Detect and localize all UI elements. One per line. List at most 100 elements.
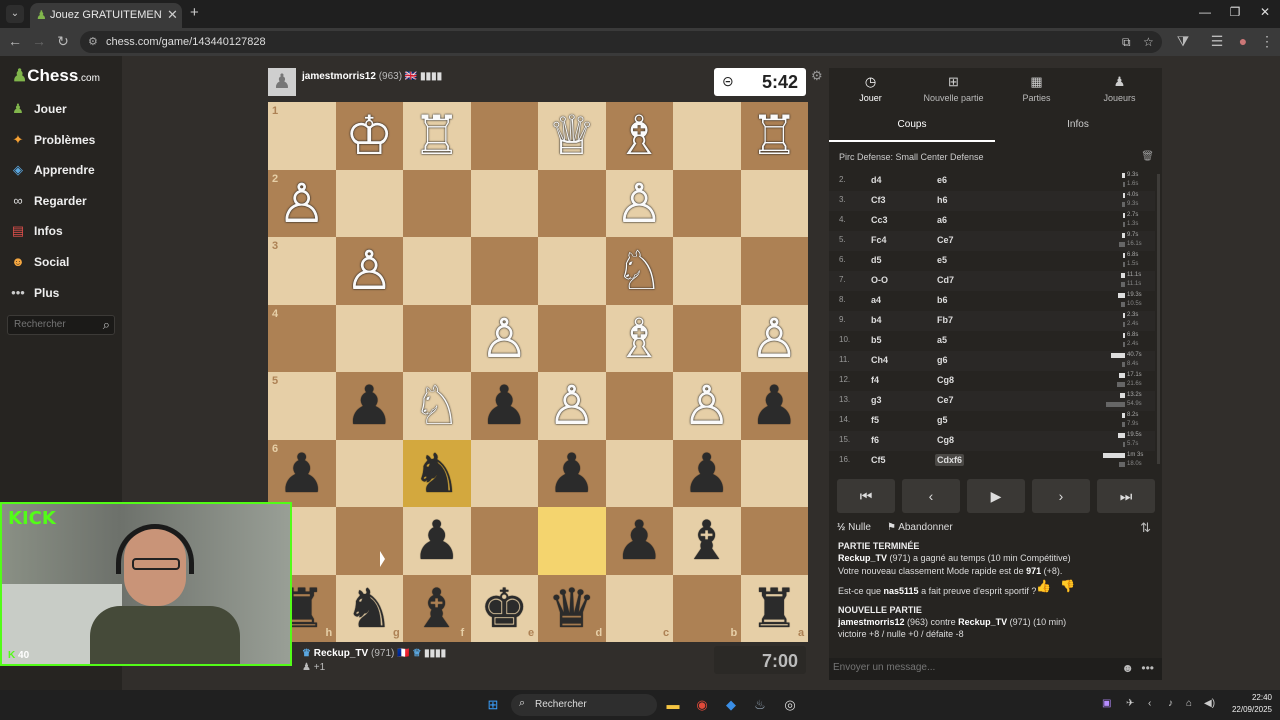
- new-player-1[interactable]: jamestmorris12: [838, 617, 905, 627]
- black-pawn-icon[interactable]: ♟: [606, 507, 674, 575]
- chat-options-icon[interactable]: •••: [1141, 661, 1154, 675]
- search-icon[interactable]: ⌕: [103, 317, 110, 333]
- sidebar-item-problèmes[interactable]: ✦ Problèmes: [10, 130, 120, 152]
- black-move[interactable]: Cg8: [937, 375, 954, 385]
- black-pawn-icon[interactable]: ♟: [336, 372, 404, 440]
- black-pawn-icon[interactable]: ♟: [403, 507, 471, 575]
- black-move[interactable]: Cg8: [937, 435, 954, 445]
- profile-avatar-icon[interactable]: ●: [1234, 33, 1252, 49]
- black-king-icon[interactable]: ♚: [471, 575, 539, 643]
- last-move-button[interactable]: ⏭: [1097, 479, 1155, 513]
- first-move-button[interactable]: ⏮: [837, 479, 895, 513]
- site-info-icon[interactable]: ⚙: [88, 35, 98, 48]
- sidebar-search-input[interactable]: [14, 319, 92, 330]
- winner-name[interactable]: Reckup_TV: [838, 553, 887, 563]
- black-pawn-icon[interactable]: ♟: [471, 372, 539, 440]
- board-square[interactable]: [470, 102, 538, 170]
- sidebar-item-regarder[interactable]: ∞ Regarder: [10, 191, 120, 213]
- previous-move-button[interactable]: ‹: [902, 479, 960, 513]
- chrome-icon[interactable]: ◉: [693, 696, 711, 714]
- white-rook-icon[interactable]: ♖: [741, 102, 809, 170]
- app-icon[interactable]: ◆: [722, 696, 740, 714]
- white-knight-icon[interactable]: ♘: [606, 237, 674, 305]
- tab-close-icon[interactable]: ✕: [167, 7, 178, 23]
- board-square[interactable]: [335, 439, 403, 507]
- white-pawn-icon[interactable]: ♙: [673, 372, 741, 440]
- white-queen-icon[interactable]: ♕: [538, 102, 606, 170]
- white-king-icon[interactable]: ♔: [336, 102, 404, 170]
- sidebar-item-jouer[interactable]: ♟ Jouer: [10, 99, 120, 121]
- black-move[interactable]: a5: [937, 335, 947, 345]
- black-queen-icon[interactable]: ♛: [538, 575, 606, 643]
- board-square[interactable]: [403, 304, 471, 372]
- white-knight-icon[interactable]: ♘: [403, 372, 471, 440]
- white-move[interactable]: Ch4: [871, 355, 888, 365]
- tab-coups[interactable]: Coups: [829, 114, 995, 142]
- black-move[interactable]: Fb7: [937, 315, 953, 325]
- trash-icon[interactable]: 🗑: [1141, 151, 1154, 162]
- maximize-icon[interactable]: ❐: [1220, 5, 1250, 19]
- address-bar[interactable]: ⚙ chess.com/game/143440127828 ⧉ ☆: [80, 31, 1162, 53]
- tray-chevron-icon[interactable]: ‹: [1148, 698, 1151, 709]
- board-square[interactable]: [673, 102, 741, 170]
- black-pawn-icon[interactable]: ♟: [741, 372, 809, 440]
- board-square[interactable]: [403, 169, 471, 237]
- tray-app-icon[interactable]: ▣: [1102, 698, 1111, 709]
- white-move[interactable]: Cf3: [871, 195, 886, 205]
- reading-list-icon[interactable]: ☰: [1208, 33, 1226, 50]
- white-pawn-icon[interactable]: ♙: [268, 170, 336, 238]
- sidebar-item-infos[interactable]: ▤ Infos: [10, 221, 120, 243]
- move-list[interactable]: 2. d4 e6 9.3s 1.6s 3. Cf3 h6 4.0s 9.3s 4. Cc3 a6 2.7s…: [829, 171, 1162, 469]
- white-move[interactable]: O-O: [871, 275, 888, 285]
- white-rook-icon[interactable]: ♖: [403, 102, 471, 170]
- forward-icon[interactable]: →: [30, 33, 48, 49]
- thumbs-down-icon[interactable]: 👎: [1060, 580, 1075, 593]
- taskbar-search[interactable]: ⌕ Rechercher: [511, 694, 657, 716]
- volume-icon[interactable]: ◀): [1204, 698, 1215, 709]
- black-move[interactable]: Ce7: [937, 235, 954, 245]
- black-move[interactable]: b6: [937, 295, 948, 305]
- black-move[interactable]: h6: [937, 195, 948, 205]
- thumbs-up-icon[interactable]: 👍: [1036, 580, 1051, 593]
- next-move-button[interactable]: ›: [1032, 479, 1090, 513]
- board-square[interactable]: [538, 507, 606, 575]
- board-square[interactable]: [673, 304, 741, 372]
- black-move[interactable]: e5: [937, 255, 947, 265]
- black-knight-icon[interactable]: ♞: [403, 440, 471, 508]
- move-list-scrollbar[interactable]: [1157, 174, 1160, 464]
- new-tab-icon[interactable]: +: [190, 4, 199, 21]
- steam-icon[interactable]: ♨: [751, 696, 769, 714]
- browser-menu-icon[interactable]: ⋮: [1258, 33, 1276, 50]
- tab-joueurs[interactable]: ♟ Joueurs: [1078, 68, 1161, 106]
- board-square[interactable]: [605, 439, 673, 507]
- black-pawn-icon[interactable]: ♟: [673, 440, 741, 508]
- tray-app-icon-2[interactable]: ✈: [1126, 698, 1134, 709]
- white-move[interactable]: Fc4: [871, 235, 887, 245]
- board-square[interactable]: [538, 304, 606, 372]
- white-move[interactable]: b4: [871, 315, 882, 325]
- black-pawn-icon[interactable]: ♟: [268, 440, 336, 508]
- board-square[interactable]: [740, 169, 808, 237]
- white-bishop-icon[interactable]: ♗: [606, 102, 674, 170]
- play-button[interactable]: ▶: [967, 479, 1025, 513]
- board-square[interactable]: [673, 237, 741, 305]
- sidebar-item-apprendre[interactable]: ◈ Apprendre: [10, 160, 120, 182]
- window-close-icon[interactable]: ✕: [1250, 5, 1280, 19]
- board-square[interactable]: [335, 169, 403, 237]
- opening-name[interactable]: Pirc Defense: Small Center Defense: [839, 152, 984, 162]
- back-icon[interactable]: ←: [6, 33, 24, 49]
- network-icon[interactable]: ⌂: [1186, 698, 1192, 709]
- tab-search-menu-icon[interactable]: ⌄: [6, 5, 24, 23]
- white-move[interactable]: b5: [871, 335, 882, 345]
- white-move[interactable]: f5: [871, 415, 879, 425]
- bookmark-star-icon[interactable]: ☆: [1143, 35, 1154, 49]
- microphone-icon[interactable]: ♪: [1168, 698, 1173, 709]
- sidebar-item-plus[interactable]: ••• Plus: [10, 283, 120, 305]
- emoji-icon[interactable]: ☻: [1121, 661, 1134, 675]
- white-move[interactable]: d5: [871, 255, 882, 265]
- minimize-icon[interactable]: —: [1190, 5, 1220, 19]
- board-square[interactable]: [335, 304, 403, 372]
- board-square[interactable]: [335, 507, 403, 575]
- board-square[interactable]: [470, 507, 538, 575]
- black-knight-icon[interactable]: ♞: [336, 575, 404, 643]
